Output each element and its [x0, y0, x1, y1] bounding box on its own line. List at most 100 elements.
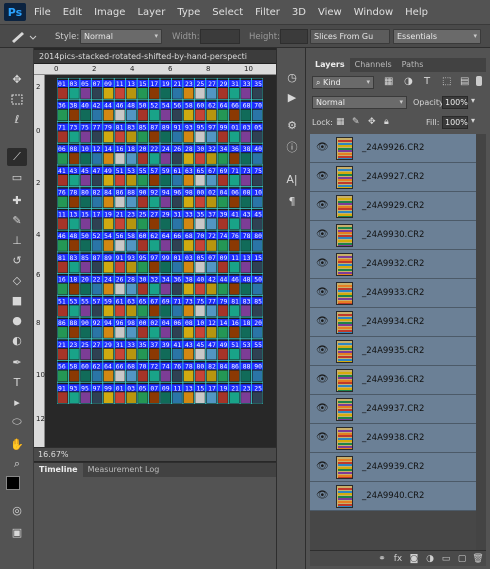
visibility-eye-icon[interactable]: 👁︎: [316, 375, 329, 385]
layer-row[interactable]: 👁︎ _24A9934.CR2: [310, 308, 476, 337]
fill-field[interactable]: 100%: [442, 116, 468, 129]
layer-row[interactable]: 👁︎ _24A9939.CR2: [310, 453, 476, 482]
opacity-field[interactable]: 100%: [442, 96, 468, 109]
slices-from-guides-button[interactable]: Slices From Gu: [310, 29, 390, 44]
new-group-icon[interactable]: ▭: [438, 552, 454, 566]
zoom-tool-icon[interactable]: ⌕: [7, 455, 27, 473]
info-panel-icon[interactable]: ⓘ: [282, 138, 302, 156]
visibility-eye-icon[interactable]: 👁︎: [316, 404, 329, 414]
visibility-eye-icon[interactable]: 👁︎: [316, 201, 329, 211]
layer-row[interactable]: 👁︎ _24A9926.CR2: [310, 134, 476, 163]
document-tab[interactable]: 2014pics-stacked-rotated-shifted-by-hand…: [34, 50, 276, 64]
horizontal-ruler[interactable]: 0 2 4 6 8 10: [34, 64, 276, 75]
filter-kind-select[interactable]: ⌕ Kind ▾: [312, 76, 374, 89]
layer-row[interactable]: 👁︎ _24A9927.CR2: [310, 163, 476, 192]
layer-list-scrollbar[interactable]: [476, 134, 486, 550]
type-tool-icon[interactable]: T: [7, 373, 27, 391]
ruler-tool-icon[interactable]: ▭: [7, 168, 27, 186]
lock-transparent-icon[interactable]: ▦: [336, 117, 345, 127]
slice-tool-icon[interactable]: ⟋: [7, 148, 27, 166]
blur-tool-icon[interactable]: ●: [7, 311, 27, 329]
quick-mask-icon[interactable]: ◎: [7, 501, 27, 519]
actions-panel-icon[interactable]: ▶: [282, 88, 302, 106]
menu-layer[interactable]: Layer: [137, 7, 165, 18]
ellipse-tool-icon[interactable]: ⬭: [7, 413, 27, 431]
lock-all-icon[interactable]: 🔒︎: [384, 117, 389, 127]
height-field[interactable]: [280, 29, 308, 44]
new-layer-icon[interactable]: ▢: [454, 552, 470, 566]
lock-position-icon[interactable]: ✥: [368, 117, 376, 127]
hand-tool-icon[interactable]: ✋: [7, 435, 27, 453]
adjustment-layer-icon[interactable]: ◑: [422, 552, 438, 566]
filter-adjustment-icon[interactable]: ◑: [404, 76, 413, 87]
menu-image[interactable]: Image: [94, 7, 125, 18]
vertical-ruler[interactable]: 2 0 2 4 6 8 10 12: [34, 75, 45, 447]
pen-tool-icon[interactable]: ✒: [7, 353, 27, 371]
trash-icon[interactable]: 🗑︎: [470, 552, 486, 566]
properties-panel-icon[interactable]: ⚙: [282, 116, 302, 134]
menu-window[interactable]: Window: [354, 7, 393, 18]
paragraph-panel-icon[interactable]: ¶: [282, 192, 302, 210]
tab-layers[interactable]: Layers: [310, 58, 350, 72]
visibility-eye-icon[interactable]: 👁︎: [316, 143, 329, 153]
zoom-level[interactable]: 16.67%: [38, 450, 69, 459]
visibility-eye-icon[interactable]: 👁︎: [316, 491, 329, 501]
filter-type-icon[interactable]: T: [424, 76, 430, 87]
visibility-eye-icon[interactable]: 👁︎: [316, 172, 329, 182]
width-field[interactable]: [200, 29, 240, 44]
filter-shape-icon[interactable]: ⬚: [442, 76, 451, 87]
chevron-down-icon[interactable]: ▾: [471, 116, 475, 125]
screen-mode-icon[interactable]: ▣: [7, 523, 27, 541]
layer-row[interactable]: 👁︎ _24A9929.CR2: [310, 192, 476, 221]
menu-select[interactable]: Select: [212, 7, 243, 18]
history-brush-icon[interactable]: ↺: [7, 251, 27, 269]
menu-type[interactable]: Type: [177, 7, 200, 18]
chevron-down-icon[interactable]: ▾: [471, 96, 475, 105]
workspace-select[interactable]: Essentials ▾: [393, 29, 481, 44]
layer-row[interactable]: 👁︎ _24A9933.CR2: [310, 279, 476, 308]
visibility-eye-icon[interactable]: 👁︎: [316, 346, 329, 356]
layer-row[interactable]: 👁︎ _24A9936.CR2: [310, 366, 476, 395]
tab-channels[interactable]: Channels: [350, 58, 397, 72]
path-select-icon[interactable]: ▸: [7, 393, 27, 411]
filter-pixel-icon[interactable]: ▦: [384, 76, 393, 87]
gradient-tool-icon[interactable]: ■: [7, 291, 27, 309]
dodge-tool-icon[interactable]: ◐: [7, 331, 27, 349]
layer-style-icon[interactable]: fx: [390, 552, 406, 566]
layer-row[interactable]: 👁︎ _24A9940.CR2: [310, 482, 476, 511]
visibility-eye-icon[interactable]: 👁︎: [316, 259, 329, 269]
tool-preset-picker[interactable]: [8, 29, 38, 45]
brush-tool-icon[interactable]: ✎: [7, 211, 27, 229]
layer-row[interactable]: 👁︎ _24A9932.CR2: [310, 250, 476, 279]
visibility-eye-icon[interactable]: 👁︎: [316, 230, 329, 240]
image-canvas[interactable]: 01 03 05 07 09 11 13 15 17 19 21 23 25 2…: [57, 78, 263, 404]
menu-file[interactable]: File: [34, 7, 51, 18]
tab-paths[interactable]: Paths: [397, 58, 429, 72]
menu-filter[interactable]: Filter: [255, 7, 280, 18]
healing-brush-icon[interactable]: ✚: [7, 191, 27, 209]
marquee-tool-icon[interactable]: [7, 90, 27, 108]
visibility-eye-icon[interactable]: 👁︎: [316, 433, 329, 443]
add-mask-icon[interactable]: ◙: [406, 552, 422, 566]
filter-toggle[interactable]: [476, 76, 482, 86]
style-select[interactable]: Normal ▾: [80, 29, 162, 44]
tab-measurement-log[interactable]: Measurement Log: [83, 463, 165, 477]
eraser-tool-icon[interactable]: ◇: [7, 271, 27, 289]
menu-3d[interactable]: 3D: [292, 7, 306, 18]
link-layers-icon[interactable]: ⚭: [374, 552, 390, 566]
clone-stamp-icon[interactable]: ⊥: [7, 231, 27, 249]
visibility-eye-icon[interactable]: 👁︎: [316, 317, 329, 327]
menu-view[interactable]: View: [318, 7, 342, 18]
layer-row[interactable]: 👁︎ _24A9935.CR2: [310, 337, 476, 366]
move-tool-icon[interactable]: ✥: [7, 70, 27, 88]
visibility-eye-icon[interactable]: 👁︎: [316, 288, 329, 298]
filter-smart-object-icon[interactable]: ▤: [460, 76, 469, 87]
menu-help[interactable]: Help: [405, 7, 428, 18]
foreground-color-swatch[interactable]: [6, 476, 20, 490]
lock-image-icon[interactable]: ✎: [352, 117, 360, 127]
layer-row[interactable]: 👁︎ _24A9930.CR2: [310, 221, 476, 250]
menu-edit[interactable]: Edit: [63, 7, 82, 18]
tab-timeline[interactable]: Timeline: [34, 463, 83, 477]
character-panel-icon[interactable]: A|: [282, 170, 302, 188]
blend-mode-select[interactable]: Normal ▾: [312, 96, 407, 109]
